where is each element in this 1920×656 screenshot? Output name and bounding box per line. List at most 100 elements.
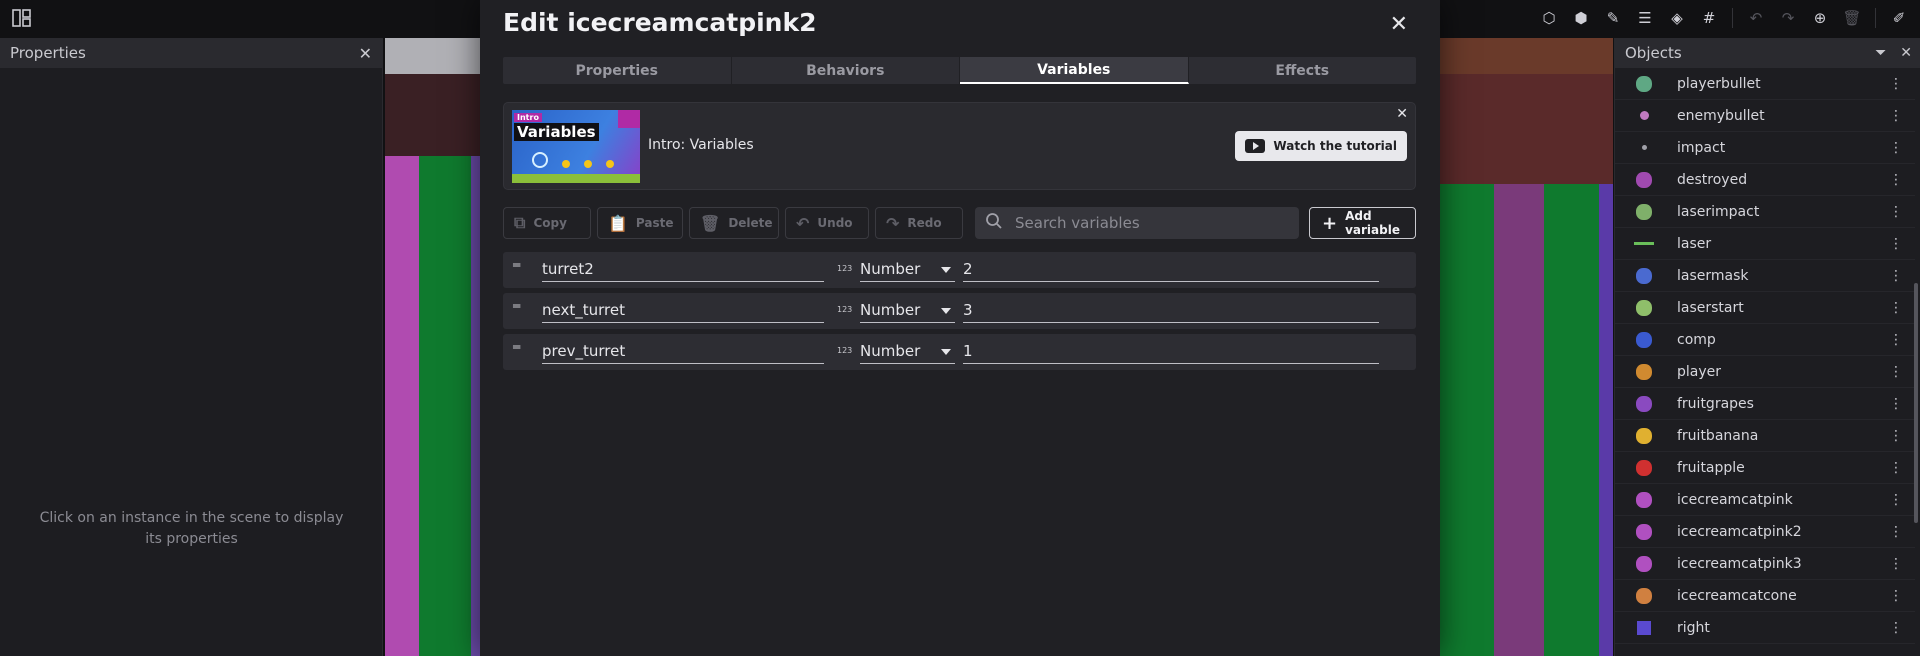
grid-icon[interactable]: # <box>1696 7 1722 29</box>
undo-icon[interactable]: ↶ <box>1743 7 1769 29</box>
object-name: enemybullet <box>1677 107 1765 124</box>
banana-icon <box>1633 425 1655 447</box>
scene-settings-icon[interactable]: ✐ <box>1886 7 1912 29</box>
project-manager-icon[interactable] <box>12 9 32 27</box>
undo-button[interactable]: ↶ Undo <box>785 207 869 239</box>
more-options-icon[interactable]: ⋮ <box>1889 492 1903 508</box>
object-list-item[interactable]: icecreamcatpink3 ⋮ <box>1615 548 1915 580</box>
more-options-icon[interactable]: ⋮ <box>1889 268 1903 284</box>
variable-value-field[interactable]: 1 <box>963 340 1379 364</box>
tab-behaviors[interactable]: Behaviors <box>732 57 960 84</box>
object-name: comp <box>1677 331 1716 348</box>
drag-handle-icon[interactable]: ═ <box>513 300 529 315</box>
object-list-item[interactable]: right ⋮ <box>1615 612 1915 644</box>
object-list-item[interactable]: lasermask ⋮ <box>1615 260 1915 292</box>
object-list-item[interactable]: laserimpact ⋮ <box>1615 196 1915 228</box>
close-icon[interactable]: ✕ <box>1900 45 1912 61</box>
delete-button[interactable]: 🗑 Delete <box>689 207 779 239</box>
variable-name-field[interactable]: prev_turret <box>542 340 824 364</box>
grapes-icon <box>1633 393 1655 415</box>
variable-type-select[interactable]: Number <box>860 340 955 364</box>
paste-label: Paste <box>635 216 674 230</box>
more-options-icon[interactable]: ⋮ <box>1889 236 1903 252</box>
variable-type-select[interactable]: Number <box>860 299 955 323</box>
tab-effects[interactable]: Effects <box>1189 57 1417 84</box>
variable-name-field[interactable]: turret2 <box>542 258 824 282</box>
object-list-item[interactable]: playerbullet ⋮ <box>1615 68 1915 100</box>
object-list-item[interactable]: comp ⋮ <box>1615 324 1915 356</box>
more-options-icon[interactable]: ⋮ <box>1889 524 1903 540</box>
object-list-item[interactable]: icecreamcatcone ⋮ <box>1615 580 1915 612</box>
object-list-item[interactable]: impact ⋮ <box>1615 132 1915 164</box>
zoom-icon[interactable]: ⊕ <box>1807 7 1833 29</box>
object-list-item[interactable]: enemybullet ⋮ <box>1615 100 1915 132</box>
object-name: impact <box>1677 139 1726 156</box>
filter-icon[interactable]: ⏷ <box>1875 45 1886 61</box>
more-options-icon[interactable]: ⋮ <box>1889 204 1903 220</box>
trash-icon[interactable]: 🗑 <box>1839 7 1865 29</box>
object-list-item[interactable]: player ⋮ <box>1615 356 1915 388</box>
properties-panel: Properties ✕ Click on an instance in the… <box>0 38 383 656</box>
more-options-icon[interactable]: ⋮ <box>1889 172 1903 188</box>
object-list-item[interactable]: fruitapple ⋮ <box>1615 452 1915 484</box>
variables-toolbar: ⧉ Copy 📋 Paste 🗑 Delete ↶ Undo ↷ Redo + … <box>503 207 1416 239</box>
object-name: laser <box>1677 235 1712 252</box>
object-list-item[interactable]: fruitbanana ⋮ <box>1615 420 1915 452</box>
object-name: playerbullet <box>1677 75 1761 92</box>
copy-button[interactable]: ⧉ Copy <box>503 207 591 239</box>
object-list-item[interactable]: icecreamcatpink2 ⋮ <box>1615 516 1915 548</box>
object-list-item[interactable]: fruitgrapes ⋮ <box>1615 388 1915 420</box>
tab-variables[interactable]: Variables <box>960 57 1189 84</box>
properties-list-icon[interactable]: ☰ <box>1632 7 1658 29</box>
more-options-icon[interactable]: ⋮ <box>1889 460 1903 476</box>
scene-strip <box>385 38 480 74</box>
more-options-icon[interactable]: ⋮ <box>1889 140 1903 156</box>
object-list-item[interactable]: laser ⋮ <box>1615 228 1915 260</box>
chevron-down-icon <box>941 267 951 273</box>
more-options-icon[interactable]: ⋮ <box>1889 428 1903 444</box>
object-name: laserimpact <box>1677 203 1760 220</box>
close-icon[interactable]: ✕ <box>1396 106 1408 122</box>
watch-tutorial-button[interactable]: Watch the tutorial <box>1235 131 1407 161</box>
layers-icon[interactable]: ◈ <box>1664 7 1690 29</box>
more-options-icon[interactable]: ⋮ <box>1889 396 1903 412</box>
thumbnail-corner <box>618 110 640 128</box>
object-groups-icon[interactable]: ⬢ <box>1568 7 1594 29</box>
close-icon[interactable]: ✕ <box>1390 12 1408 37</box>
variable-name-field[interactable]: next_turret <box>542 299 824 323</box>
variable-value-field[interactable]: 2 <box>963 258 1379 282</box>
object-name: icecreamcatcone <box>1677 587 1797 604</box>
variable-type-select[interactable]: Number <box>860 258 955 282</box>
drag-handle-icon[interactable]: ═ <box>513 341 529 356</box>
variable-type-label: Number <box>860 342 921 360</box>
properties-empty-message: Click on an instance in the scene to dis… <box>39 510 344 547</box>
object-list-item[interactable]: destroyed ⋮ <box>1615 164 1915 196</box>
scene-wall <box>385 74 480 156</box>
variable-row: ═ prev_turret 123 Number 1 <box>503 334 1416 370</box>
redo-icon[interactable]: ↷ <box>1775 7 1801 29</box>
edit-icon[interactable]: ✎ <box>1600 7 1626 29</box>
more-options-icon[interactable]: ⋮ <box>1889 108 1903 124</box>
more-options-icon[interactable]: ⋮ <box>1889 364 1903 380</box>
more-options-icon[interactable]: ⋮ <box>1889 76 1903 92</box>
variable-value-field[interactable]: 3 <box>963 299 1379 323</box>
add-variable-button[interactable]: + Add variable <box>1309 207 1416 239</box>
more-options-icon[interactable]: ⋮ <box>1889 588 1903 604</box>
paste-button[interactable]: 📋 Paste <box>597 207 683 239</box>
tab-properties[interactable]: Properties <box>503 57 732 84</box>
object-list-item[interactable]: icecreamcatpink ⋮ <box>1615 484 1915 516</box>
search-variables-field[interactable] <box>975 207 1299 239</box>
tutorial-thumbnail[interactable]: Intro Variables <box>512 110 640 183</box>
object-icon[interactable]: ⬡ <box>1536 7 1562 29</box>
close-icon[interactable]: ✕ <box>359 44 372 63</box>
objects-scrollbar[interactable] <box>1914 283 1918 523</box>
redo-icon: ↷ <box>886 213 900 233</box>
more-options-icon[interactable]: ⋮ <box>1889 332 1903 348</box>
drag-handle-icon[interactable]: ═ <box>513 259 529 274</box>
more-options-icon[interactable]: ⋮ <box>1889 300 1903 316</box>
more-options-icon[interactable]: ⋮ <box>1889 620 1903 636</box>
more-options-icon[interactable]: ⋮ <box>1889 556 1903 572</box>
redo-button[interactable]: ↷ Redo <box>875 207 963 239</box>
search-variables-input[interactable] <box>1015 214 1275 232</box>
object-list-item[interactable]: laserstart ⋮ <box>1615 292 1915 324</box>
